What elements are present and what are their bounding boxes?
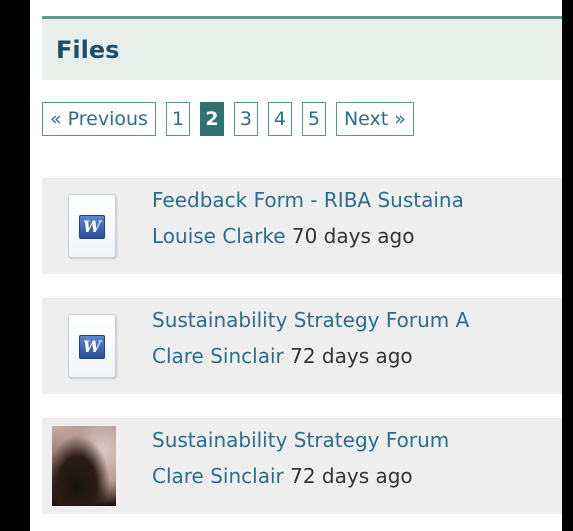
files-panel: Files « Previous 1 2 3 4 5 Next » W Feed… <box>30 0 562 531</box>
word-document-icon[interactable]: W <box>68 314 116 378</box>
file-age: 70 days ago <box>291 224 415 248</box>
file-name-link[interactable]: Sustainability Strategy Forum A <box>152 308 562 332</box>
previous-page-button[interactable]: « Previous <box>42 102 156 136</box>
next-page-button[interactable]: Next » <box>335 102 414 136</box>
page-title: Files <box>56 36 120 64</box>
page-1-button[interactable]: 1 <box>165 102 190 136</box>
file-name-link[interactable]: Feedback Form - RIBA Sustaina <box>152 188 562 212</box>
file-author-link[interactable]: Clare Sinclair <box>152 344 284 368</box>
page-3-button[interactable]: 3 <box>233 102 258 136</box>
file-author-link[interactable]: Clare Sinclair <box>152 464 284 488</box>
pagination: « Previous 1 2 3 4 5 Next » <box>42 102 414 138</box>
file-name-link[interactable]: Sustainability Strategy Forum <box>152 428 562 452</box>
photo-thumbnail[interactable] <box>52 426 116 506</box>
file-age: 72 days ago <box>290 344 413 368</box>
files-header: Files <box>42 16 562 80</box>
file-age: 72 days ago <box>290 464 413 488</box>
page-2-current: 2 <box>199 102 224 136</box>
file-list-item: Sustainability Strategy Forum Clare Sinc… <box>42 418 562 514</box>
page-4-button[interactable]: 4 <box>267 102 292 136</box>
file-meta: Clare Sinclair 72 days ago <box>152 344 413 368</box>
page-5-button[interactable]: 5 <box>301 102 326 136</box>
file-list-item: W Feedback Form - RIBA Sustaina Louise C… <box>42 178 562 274</box>
file-meta: Louise Clarke 70 days ago <box>152 224 414 248</box>
word-document-icon[interactable]: W <box>68 194 116 258</box>
file-list-item: W Sustainability Strategy Forum A Clare … <box>42 298 562 394</box>
file-author-link[interactable]: Louise Clarke <box>152 224 286 248</box>
file-meta: Clare Sinclair 72 days ago <box>152 464 413 488</box>
